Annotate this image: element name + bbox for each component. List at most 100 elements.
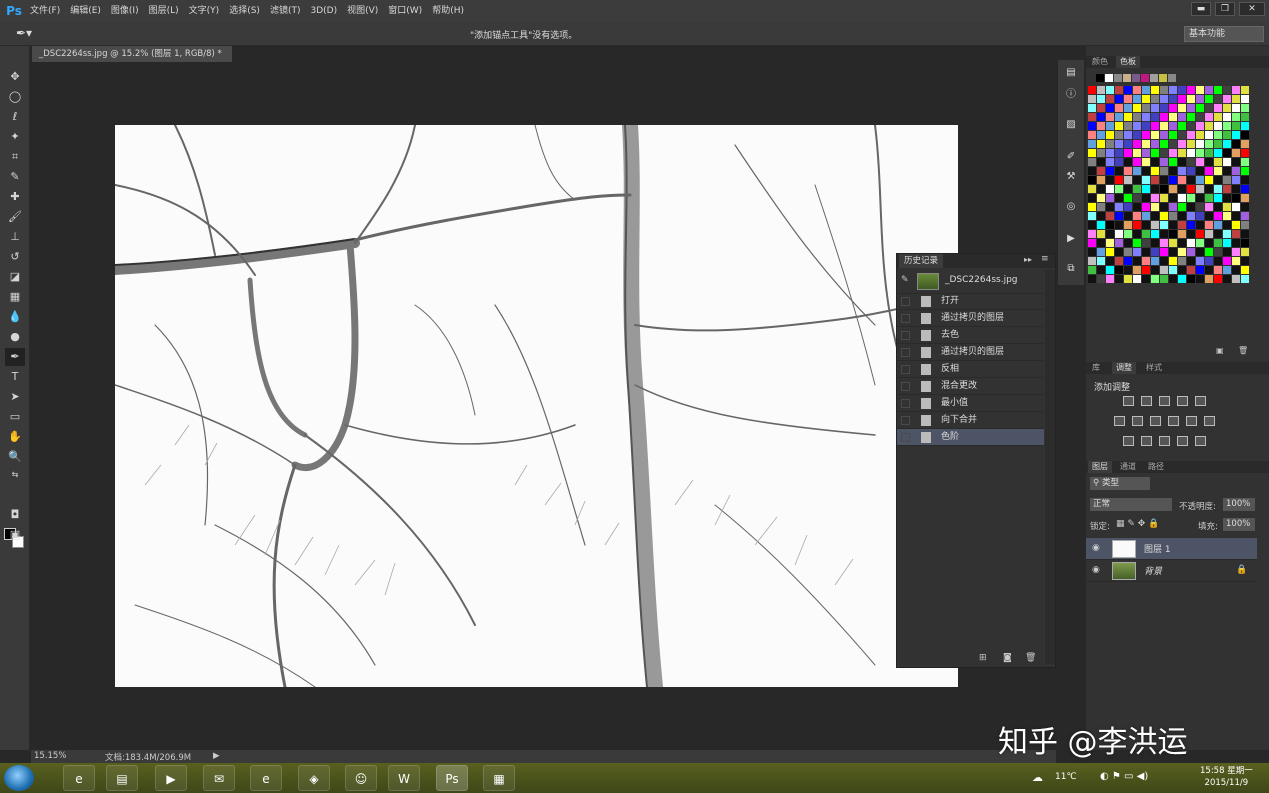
swatch[interactable]	[1187, 230, 1195, 238]
swatch[interactable]	[1187, 176, 1195, 184]
swatch[interactable]	[1106, 149, 1114, 157]
swatch[interactable]	[1214, 221, 1222, 229]
invert-icon[interactable]	[1123, 436, 1134, 446]
swatch[interactable]	[1160, 167, 1168, 175]
swatch[interactable]	[1124, 131, 1132, 139]
trash-icon[interactable]: 🗑	[1025, 653, 1036, 663]
swatch[interactable]	[1205, 194, 1213, 202]
swatch[interactable]	[1178, 176, 1186, 184]
color-lookup-icon[interactable]	[1204, 416, 1215, 426]
swatch[interactable]	[1187, 275, 1195, 283]
swatch[interactable]	[1214, 122, 1222, 130]
swatch[interactable]	[1205, 248, 1213, 256]
swatch[interactable]	[1160, 239, 1168, 247]
swatch[interactable]	[1241, 104, 1249, 112]
tab-color[interactable]: 颜色	[1088, 56, 1112, 68]
swatch[interactable]	[1124, 104, 1132, 112]
swatch[interactable]	[1214, 239, 1222, 247]
swatch[interactable]	[1106, 248, 1114, 256]
swatch[interactable]	[1115, 167, 1123, 175]
swatch[interactable]	[1205, 266, 1213, 274]
history-item[interactable]: 反相	[897, 361, 1044, 378]
swatch[interactable]	[1232, 176, 1240, 184]
swatch[interactable]	[1187, 266, 1195, 274]
swatch[interactable]	[1160, 95, 1168, 103]
media-player-icon[interactable]: ▶	[155, 765, 187, 791]
clone-source-icon[interactable]: ◎	[1063, 200, 1079, 214]
swatch[interactable]	[1178, 212, 1186, 220]
tab-swatches[interactable]: 色板	[1116, 56, 1140, 68]
swatch[interactable]	[1169, 275, 1177, 283]
swatch[interactable]	[1232, 95, 1240, 103]
swatch[interactable]	[1142, 113, 1150, 121]
swatch[interactable]	[1097, 140, 1105, 148]
swatch[interactable]	[1196, 140, 1204, 148]
swatch[interactable]	[1142, 149, 1150, 157]
swatch[interactable]	[1151, 131, 1159, 139]
swatch[interactable]	[1187, 158, 1195, 166]
swatch[interactable]	[1115, 140, 1123, 148]
swatch[interactable]	[1241, 158, 1249, 166]
vibrance-icon[interactable]	[1195, 396, 1206, 406]
tray-temperature[interactable]: 11℃	[1055, 772, 1077, 782]
swatch[interactable]	[1088, 149, 1096, 157]
swatch[interactable]	[1178, 248, 1186, 256]
swatch[interactable]	[1205, 86, 1213, 94]
swatch[interactable]	[1214, 104, 1222, 112]
swatch[interactable]	[1151, 149, 1159, 157]
swatch[interactable]	[1115, 95, 1123, 103]
workspace-select[interactable]: 基本功能	[1184, 26, 1264, 42]
swatch[interactable]	[1151, 95, 1159, 103]
swatch[interactable]	[1196, 149, 1204, 157]
swatch[interactable]	[1097, 266, 1105, 274]
swatch[interactable]	[1169, 221, 1177, 229]
swatch[interactable]	[1241, 131, 1249, 139]
swatch[interactable]	[1169, 257, 1177, 265]
swatch[interactable]	[1160, 113, 1168, 121]
close-button[interactable]: ✕	[1239, 2, 1265, 16]
histogram-icon[interactable]: ▤	[1063, 66, 1079, 80]
swatch[interactable]	[1097, 131, 1105, 139]
swatch[interactable]	[1223, 194, 1231, 202]
swatch[interactable]	[1151, 113, 1159, 121]
swatch[interactable]	[1196, 158, 1204, 166]
swatch[interactable]	[1133, 158, 1141, 166]
swatch[interactable]	[1223, 266, 1231, 274]
swatch[interactable]	[1160, 122, 1168, 130]
swatch[interactable]	[1106, 239, 1114, 247]
swatch[interactable]	[1241, 194, 1249, 202]
swatch[interactable]	[1106, 266, 1114, 274]
swatch[interactable]	[1187, 113, 1195, 121]
swatch[interactable]	[1187, 212, 1195, 220]
swatch[interactable]	[1187, 140, 1195, 148]
swatch[interactable]	[1124, 230, 1132, 238]
swatch[interactable]	[1214, 140, 1222, 148]
swatch[interactable]	[1151, 257, 1159, 265]
swatch[interactable]	[1142, 158, 1150, 166]
blend-mode-select[interactable]: 正常	[1090, 498, 1172, 511]
swatch[interactable]	[1232, 257, 1240, 265]
swatch[interactable]	[1241, 140, 1249, 148]
image-viewer-icon[interactable]: ▦	[483, 765, 515, 791]
swatch[interactable]	[1151, 185, 1159, 193]
menu-window[interactable]: 窗口(W)	[383, 0, 427, 22]
swatch[interactable]	[1241, 266, 1249, 274]
swatch[interactable]	[1214, 185, 1222, 193]
swatch[interactable]	[1115, 239, 1123, 247]
swatch[interactable]	[1241, 95, 1249, 103]
swatch[interactable]	[1196, 275, 1204, 283]
swatch[interactable]	[1160, 176, 1168, 184]
swatch[interactable]	[1214, 266, 1222, 274]
swatch[interactable]	[1115, 131, 1123, 139]
swatch[interactable]	[1160, 203, 1168, 211]
curves-icon[interactable]	[1159, 396, 1170, 406]
swatch[interactable]	[1223, 167, 1231, 175]
swatch[interactable]	[1214, 230, 1222, 238]
swatch[interactable]	[1232, 167, 1240, 175]
swatch[interactable]	[1097, 149, 1105, 157]
swatch[interactable]	[1223, 149, 1231, 157]
swatch[interactable]	[1097, 212, 1105, 220]
ie-icon[interactable]: e	[250, 765, 282, 791]
swatch[interactable]	[1124, 149, 1132, 157]
swatch[interactable]	[1106, 221, 1114, 229]
